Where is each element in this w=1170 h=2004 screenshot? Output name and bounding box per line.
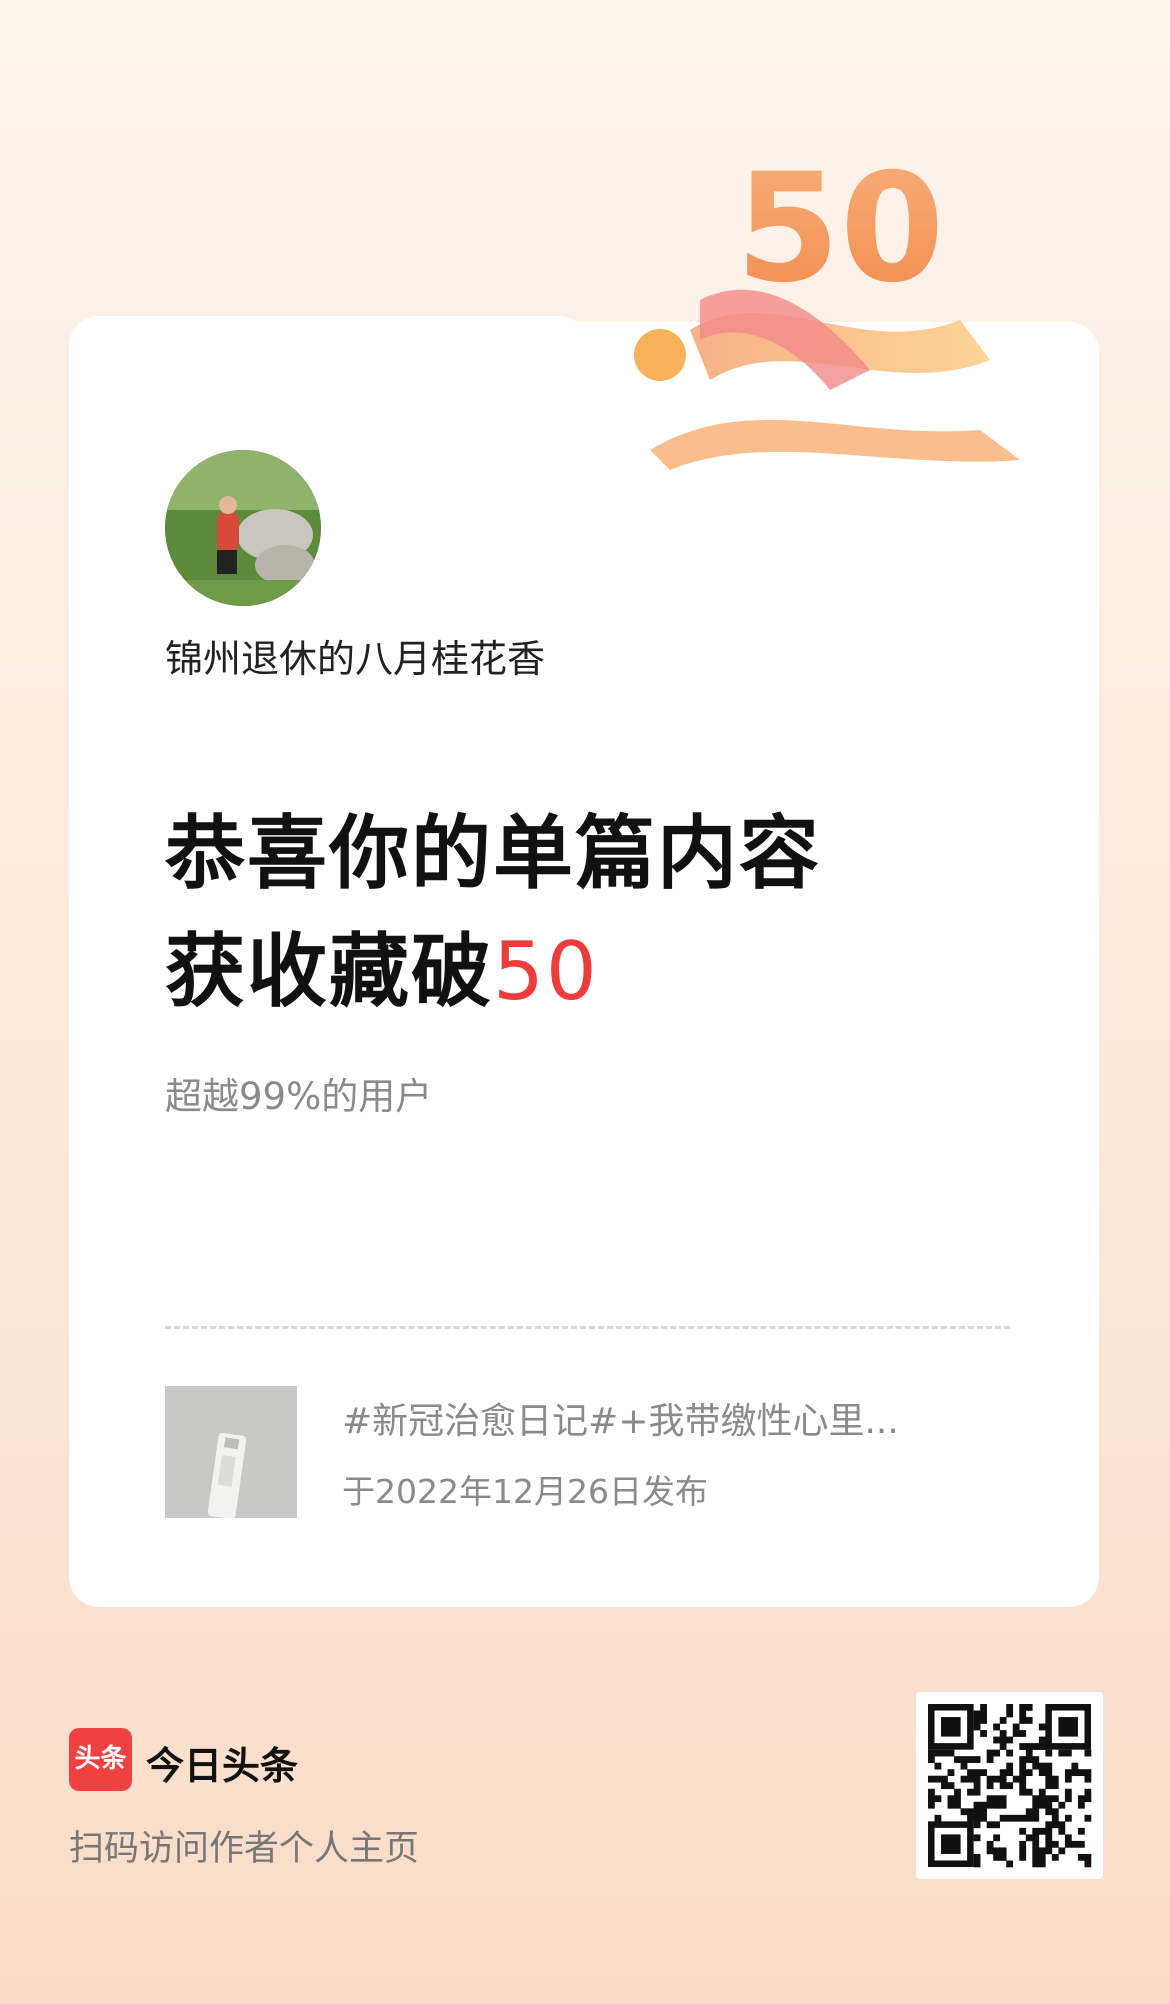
qr-code[interactable] xyxy=(916,1692,1103,1879)
post-publish-date: 于2022年12月26日发布 xyxy=(342,1472,708,1511)
scan-instruction: 扫码访问作者个人主页 xyxy=(69,1829,420,1869)
brand-name: 今日头条 xyxy=(146,1744,299,1788)
headline-line2-prefix: 获收藏破 xyxy=(165,925,493,1018)
headline: 恭喜你的单篇内容 获收藏破50 xyxy=(165,795,821,1031)
headline-milestone-number: 50 xyxy=(493,925,599,1018)
milestone-badge-icon: 50 xyxy=(634,142,1020,470)
headline-line1: 恭喜你的单篇内容 xyxy=(165,807,821,900)
post-title-link[interactable]: #新冠治愈日记#+我带缴性心里... xyxy=(342,1392,962,1444)
author-name[interactable]: 锦州退休的八月桂花香 xyxy=(165,628,545,683)
thumbnail-photo-icon xyxy=(165,1386,297,1518)
toutiao-logo-icon: 头条 xyxy=(69,1728,132,1791)
headline-line2: 获收藏破50 xyxy=(165,913,821,1031)
dashed-divider xyxy=(165,1326,1010,1329)
percentile-text: 超越99%的用户 xyxy=(165,1075,433,1118)
badge-number: 50 xyxy=(736,142,945,316)
post-thumbnail[interactable] xyxy=(165,1386,297,1518)
avatar-photo-icon xyxy=(165,450,321,606)
author-avatar[interactable] xyxy=(165,450,321,606)
qr-code-icon xyxy=(928,1704,1092,1868)
